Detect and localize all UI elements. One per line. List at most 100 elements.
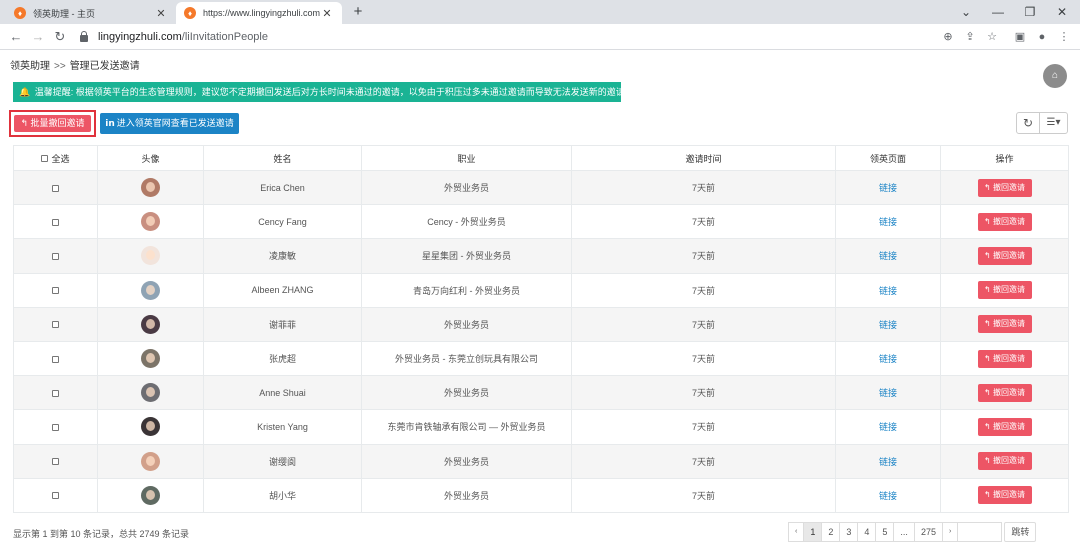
avatar (141, 485, 160, 505)
row-checkbox[interactable] (52, 492, 59, 500)
invite-time-cell: 7天前 (571, 409, 836, 445)
browser-tab-home[interactable]: ♦ 领英助理 - 主页 ✕ (6, 2, 176, 24)
bookmark-star-icon[interactable]: ☆ (982, 27, 1002, 47)
row-checkbox[interactable] (52, 321, 59, 329)
row-checkbox[interactable] (52, 253, 59, 261)
browser-menu-icon[interactable]: ⋮ (1054, 27, 1074, 47)
column-header: 操作 (940, 145, 1069, 171)
browser-tab-current[interactable]: ♦ https://www.lingyingzhuli.com ✕ (176, 2, 342, 24)
invitations-table: 全选 头像 姓名 职业 邀请时间 领英页面 操作 Erica Chen 外贸业务员… (13, 145, 1069, 513)
revoke-invite-button[interactable]: ↰ 撤回邀请 (977, 349, 1032, 368)
profile-link[interactable]: 链接 (879, 457, 897, 467)
revoke-invite-button[interactable]: ↰ 撤回邀请 (977, 452, 1032, 471)
column-header[interactable]: 姓名 (203, 145, 362, 171)
close-tab-icon[interactable]: ✕ (320, 7, 334, 20)
action-cell: ↰ 撤回邀请 (940, 477, 1069, 513)
page-button[interactable]: 5 (875, 522, 895, 542)
revoke-invite-button[interactable]: ↰ 撤回邀请 (977, 315, 1032, 334)
profile-link[interactable]: 链接 (879, 251, 897, 261)
prev-page-button[interactable]: ‹ (788, 522, 805, 542)
undo-icon: ↰ (984, 490, 993, 500)
linkedin-icon: in (105, 119, 115, 129)
breadcrumb-current: 管理已发送邀请 (69, 61, 140, 72)
profile-link[interactable]: 链接 (879, 320, 897, 330)
url-host: lingyingzhuli.com (98, 31, 182, 43)
page-button[interactable]: 275 (913, 522, 943, 542)
notice-banner: 🔔 温馨提醒: 根据领英平台的生态管理规则，建议您不定期撤回发送后对方长时间未通… (13, 82, 621, 102)
revoke-invite-button[interactable]: ↰ 撤回邀请 (977, 417, 1032, 436)
avatar-cell (97, 340, 204, 377)
columns-toggle-button[interactable]: ☰▾ (1039, 112, 1068, 134)
undo-icon: ↰ (20, 118, 28, 128)
profile-link-cell: 链接 (835, 443, 941, 479)
job-cell: 东莞市肯铁轴承有限公司 — 外贸业务员 (361, 409, 572, 445)
row-checkbox[interactable] (52, 458, 59, 466)
profile-link[interactable]: 链接 (879, 422, 897, 432)
undo-icon: ↰ (984, 182, 993, 192)
home-button[interactable]: ⌂ (1043, 64, 1067, 88)
back-arrow-icon[interactable]: ← (6, 27, 26, 47)
page-button[interactable]: 1 (803, 522, 823, 542)
page-button[interactable]: 4 (857, 522, 877, 542)
row-select-cell (13, 169, 98, 206)
profile-link[interactable]: 链接 (879, 388, 897, 398)
zoom-icon[interactable]: ⊕ (938, 27, 958, 47)
row-checkbox[interactable] (52, 424, 59, 432)
refresh-button[interactable]: ↻ (1016, 112, 1040, 134)
url-input[interactable]: lingyingzhuli.com/liInvitationPeople (80, 27, 1020, 47)
revoke-invite-button[interactable]: ↰ 撤回邀请 (977, 178, 1032, 197)
select-all-checkbox[interactable] (41, 154, 49, 162)
linkedin-sent-invites-button[interactable]: in 进入领英官网查看已发送邀请 (100, 113, 239, 134)
site-favicon-icon: ♦ (184, 7, 196, 19)
batch-revoke-button[interactable]: ↰ 批量撤回邀请 (14, 115, 91, 132)
select-all-header[interactable]: 全选 (13, 145, 98, 171)
column-header: 头像 (97, 145, 204, 171)
tab-search-chevron-icon[interactable]: ⌄ (948, 2, 984, 22)
breadcrumb-root[interactable]: 领英助理 (10, 61, 50, 72)
new-tab-button[interactable]: + (348, 2, 368, 22)
row-checkbox[interactable] (52, 355, 59, 363)
table-row: Erica Chen 外贸业务员 7天前 链接 ↰ 撤回邀请 (13, 169, 1069, 206)
revoke-invite-label: 撤回邀请 (992, 456, 1025, 466)
job-cell: 外贸业务员 (361, 375, 572, 411)
row-checkbox[interactable] (52, 218, 59, 226)
profile-avatar-icon[interactable]: ● (1032, 27, 1052, 47)
column-header: 领英页面 (835, 145, 941, 171)
forward-arrow-icon[interactable]: → (28, 27, 48, 47)
invite-time-cell: 7天前 (571, 306, 836, 342)
next-page-button[interactable]: › (941, 522, 959, 542)
row-checkbox[interactable] (52, 184, 59, 192)
page-jump-button[interactable]: 跳转 (1004, 522, 1037, 542)
revoke-invite-button[interactable]: ↰ 撤回邀请 (977, 212, 1032, 231)
table-row: 凌康敏 星星集团 - 外贸业务员 7天前 链接 ↰ 撤回邀请 (13, 238, 1069, 274)
page-button[interactable]: 2 (821, 522, 841, 542)
undo-icon: ↰ (984, 285, 993, 295)
row-checkbox[interactable] (52, 287, 59, 295)
column-header[interactable]: 邀请时间 (571, 145, 836, 171)
page-button[interactable]: 3 (839, 522, 859, 542)
revoke-invite-button[interactable]: ↰ 撤回邀请 (977, 281, 1032, 300)
profile-link[interactable]: 链接 (879, 183, 897, 193)
close-window-button[interactable]: ✕ (1044, 2, 1080, 22)
column-header[interactable]: 职业 (361, 145, 572, 171)
profile-link[interactable]: 链接 (879, 491, 897, 501)
avatar (141, 383, 160, 403)
row-checkbox[interactable] (52, 389, 59, 397)
undo-icon: ↰ (984, 319, 993, 329)
close-tab-icon[interactable]: ✕ (154, 7, 168, 20)
reload-icon[interactable]: ↻ (50, 27, 70, 47)
revoke-invite-button[interactable]: ↰ 撤回邀请 (977, 246, 1032, 265)
sidepanel-icon[interactable]: ▣ (1010, 27, 1030, 47)
revoke-invite-button[interactable]: ↰ 撤回邀请 (977, 486, 1032, 505)
profile-link[interactable]: 链接 (879, 354, 897, 364)
profile-link[interactable]: 链接 (879, 286, 897, 296)
profile-link[interactable]: 链接 (879, 217, 897, 227)
minimize-button[interactable]: — (980, 2, 1016, 22)
table-row: 谢缨阆 外贸业务员 7天前 链接 ↰ 撤回邀请 (13, 443, 1069, 479)
restore-button[interactable]: ❐ (1012, 2, 1048, 22)
page-jump-input[interactable] (957, 522, 1003, 542)
job-cell: Cency - 外贸业务员 (361, 204, 572, 240)
avatar (141, 280, 160, 300)
share-icon[interactable]: ⇪ (960, 27, 980, 47)
revoke-invite-button[interactable]: ↰ 撤回邀请 (977, 383, 1032, 402)
